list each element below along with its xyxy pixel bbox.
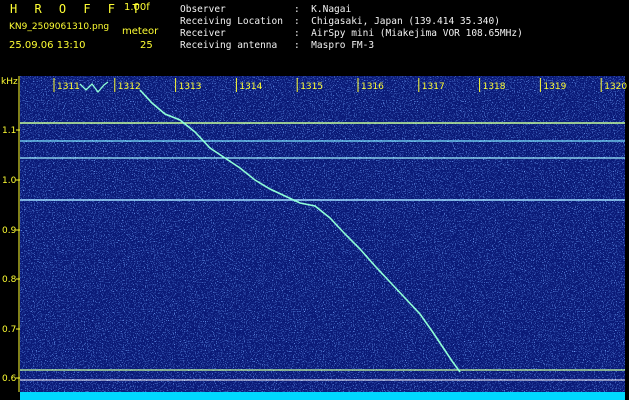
time-tick-label: 1317 (422, 82, 445, 92)
info-key: Observer (180, 4, 226, 15)
time-tick-label: 1313 (179, 82, 202, 92)
info-value: AirSpy mini (Miakejima VOR 108.65MHz) (311, 28, 523, 39)
time-tick-label: 1319 (543, 82, 566, 92)
time-tick-label: 1320 (604, 82, 627, 92)
y-tick-label: 0.9 (2, 226, 17, 236)
info-key: Receiver (180, 28, 226, 39)
y-tick-label: 1.0 (2, 176, 17, 186)
info-key: Receiving antenna (180, 40, 278, 51)
time-tick-label: 1311 (57, 82, 80, 92)
y-tick-label: 0.8 (2, 275, 17, 285)
info-value: Chigasaki, Japan (139.414 35.340) (311, 16, 500, 27)
info-receiver: Receiver: AirSpy mini (Miakejima VOR 108… (180, 28, 523, 39)
info-location: Receiving Location: Chigasaki, Japan (13… (180, 16, 500, 27)
y-tick-label: 0.6 (2, 374, 17, 384)
info-value: Maspro FM-3 (311, 40, 375, 51)
y-tick-label: 0.7 (2, 325, 16, 335)
app-version: 1.00f (124, 2, 150, 13)
spectrogram: kHz 1.1 1.0 0.9 0.8 0.7 0.6 1311 1312 1313 1314 1… (1, 76, 627, 400)
meteor-count: 25 (140, 40, 153, 51)
bottom-bar (20, 392, 625, 400)
time-tick-label: 1316 (361, 82, 384, 92)
header-panel: H R O F F T 1.00f KN9_2509061310.png met… (0, 0, 629, 76)
time-tick-label: 1312 (118, 82, 141, 92)
y-tick-label: 1.1 (2, 126, 16, 136)
date-time: 25.09.06 13:10 (9, 40, 86, 51)
y-axis-unit: kHz (1, 77, 18, 87)
time-tick-label: 1315 (300, 82, 323, 92)
y-axis-ticks: 1.1 1.0 0.9 0.8 0.7 0.6 (2, 126, 20, 384)
info-key: Receiving Location (180, 16, 283, 27)
file-name: KN9_2509061310.png (9, 22, 110, 32)
info-antenna: Receiving antenna: Maspro FM-3 (180, 40, 375, 51)
info-observer: Observer: K.Nagai (180, 4, 352, 15)
time-tick-label: 1318 (483, 82, 506, 92)
time-tick-label: 1314 (239, 82, 262, 92)
meteor-label: meteor (122, 26, 159, 37)
info-value: K.Nagai (311, 4, 352, 15)
